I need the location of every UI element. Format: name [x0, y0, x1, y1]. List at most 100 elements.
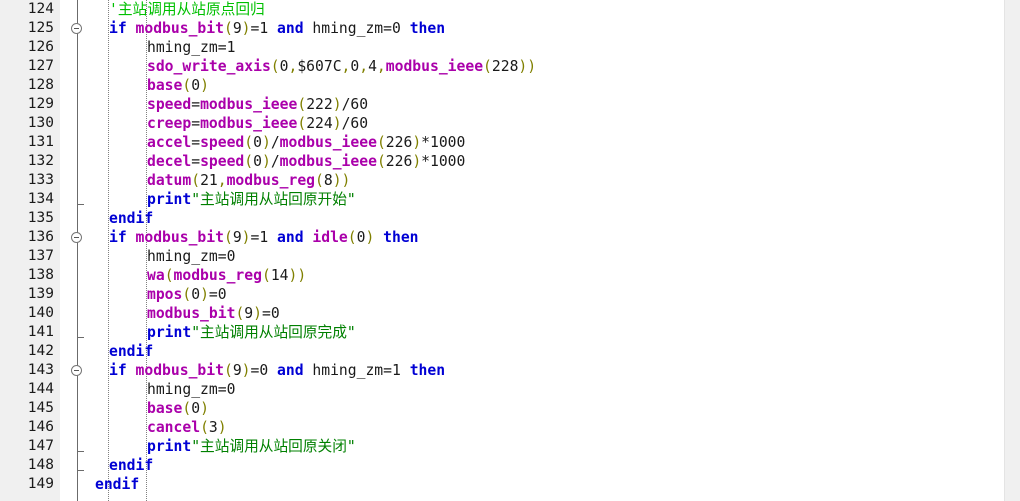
code-line[interactable]: if modbus_bit(9)=0 and hming_zm=1 then	[95, 361, 1020, 380]
code-line[interactable]: print"主站调用从站回原完成"	[95, 323, 1020, 342]
code-token: )	[217, 419, 227, 436]
code-editor[interactable]: 124 125 126 127 128 129 130 131 132 133 134 135 136 1…	[0, 0, 1020, 501]
code-line[interactable]: base(0)	[95, 76, 1020, 95]
code-token: modbus_bit	[135, 362, 224, 379]
code-token: =	[217, 248, 227, 265]
code-line[interactable]: accel=speed(0)/modbus_ieee(226)*1000	[95, 133, 1020, 152]
code-line[interactable]: decel=speed(0)/modbus_ieee(226)*1000	[95, 152, 1020, 171]
code-line[interactable]: hming_zm=0	[95, 247, 1020, 266]
code-line[interactable]: datum(21,modbus_reg(8))	[95, 171, 1020, 190]
code-line[interactable]: if modbus_bit(9)=1 and hming_zm=0 then	[95, 19, 1020, 38]
code-line[interactable]: endif	[95, 475, 1020, 494]
code-line[interactable]: '主站调用从站原点回归	[95, 0, 1020, 19]
code-token: speed	[200, 153, 245, 170]
code-token: )	[412, 134, 422, 151]
code-line[interactable]: creep=modbus_ieee(224)/60	[95, 114, 1020, 133]
code-line[interactable]: cancel(3)	[95, 418, 1020, 437]
code-token: (	[164, 267, 174, 284]
code-token: mpos	[147, 286, 183, 303]
code-token: (	[315, 172, 324, 189]
code-token: (	[270, 58, 280, 75]
code-token: 60	[350, 115, 369, 132]
code-line[interactable]: hming_zm=1	[95, 38, 1020, 57]
line-number: 149	[27, 476, 54, 492]
code-token: "主站调用从站回原开始"	[191, 191, 356, 208]
code-token: =	[191, 153, 201, 170]
code-line[interactable]: speed=modbus_ieee(222)/60	[95, 95, 1020, 114]
code-token: 9	[232, 20, 242, 37]
code-line[interactable]: print"主站调用从站回原开始"	[95, 190, 1020, 209]
code-token: speed	[147, 96, 192, 113]
fold-collapse-icon[interactable]	[71, 232, 82, 243]
code-line[interactable]: sdo_write_axis(0,$607C,0,4,modbus_ieee(2…	[95, 57, 1020, 76]
code-text-area[interactable]: '主站调用从站原点回归 if modbus_bit(9)=1 and hming_…	[95, 0, 1020, 501]
line-number: 148	[27, 457, 54, 473]
code-token: (	[182, 286, 192, 303]
code-line[interactable]: hming_zm=0	[95, 380, 1020, 399]
code-token: =	[383, 362, 392, 379]
fold-row	[60, 114, 95, 133]
code-token: *	[421, 134, 430, 151]
code-line[interactable]: if modbus_bit(9)=1 and idle(0) then	[95, 228, 1020, 247]
line-number: 144	[27, 381, 54, 397]
code-token: hming_zm	[147, 248, 218, 265]
code-token: (	[223, 362, 233, 379]
code-lines: '主站调用从站原点回归 if modbus_bit(9)=1 and hming_…	[95, 0, 1020, 494]
fold-row	[60, 171, 95, 190]
line-number: 142	[27, 343, 54, 359]
code-token: 1	[259, 20, 269, 37]
code-token: (	[191, 172, 201, 189]
code-token: )	[200, 286, 209, 303]
code-token: )	[241, 229, 251, 246]
code-token: 226	[385, 153, 413, 170]
code-token: (	[182, 77, 192, 94]
code-line[interactable]: endif	[95, 209, 1020, 228]
code-line[interactable]: endif	[95, 342, 1020, 361]
fold-row[interactable]	[60, 228, 95, 247]
code-line[interactable]: base(0)	[95, 399, 1020, 418]
code-token: speed	[200, 134, 245, 151]
fold-row[interactable]	[60, 361, 95, 380]
code-line[interactable]: modbus_bit(9)=0	[95, 304, 1020, 323]
fold-row	[60, 0, 95, 19]
code-token: decel	[147, 153, 192, 170]
code-token: print	[147, 438, 192, 455]
code-line[interactable]: wa(modbus_reg(14))	[95, 266, 1020, 285]
code-token: )	[261, 134, 271, 151]
code-token: (	[244, 134, 254, 151]
code-token: 8	[323, 172, 333, 189]
fold-row	[60, 418, 95, 437]
fold-row	[60, 304, 95, 323]
fold-row	[60, 285, 95, 304]
code-token: =	[191, 134, 201, 151]
line-number: 140	[27, 305, 54, 321]
code-folding-gutter[interactable]	[60, 0, 95, 501]
code-token: 0	[253, 134, 262, 151]
fold-end-icon	[77, 332, 84, 338]
code-token: 0	[259, 362, 269, 379]
fold-collapse-icon[interactable]	[71, 23, 82, 34]
fold-row	[60, 475, 95, 494]
line-number: 135	[27, 210, 54, 226]
code-line[interactable]: mpos(0)=0	[95, 285, 1020, 304]
vertical-scrollbar[interactable]	[1004, 0, 1020, 501]
code-token: =	[217, 381, 227, 398]
fold-row	[60, 342, 95, 361]
code-token: '主站调用从站原点回归	[109, 1, 265, 18]
code-line[interactable]: print"主站调用从站回原关闭"	[95, 437, 1020, 456]
code-token: modbus_reg	[173, 267, 262, 284]
fold-row	[60, 380, 95, 399]
code-token: 60	[350, 96, 369, 113]
code-token: 228	[491, 58, 519, 75]
code-token: (	[297, 96, 307, 113]
code-token: print	[147, 324, 192, 341]
fold-collapse-icon[interactable]	[71, 365, 82, 376]
code-token: 21	[200, 172, 218, 189]
fold-row[interactable]	[60, 19, 95, 38]
code-token: hming_zm	[312, 362, 384, 379]
code-token: 9	[232, 362, 242, 379]
code-line[interactable]: endif	[95, 456, 1020, 475]
